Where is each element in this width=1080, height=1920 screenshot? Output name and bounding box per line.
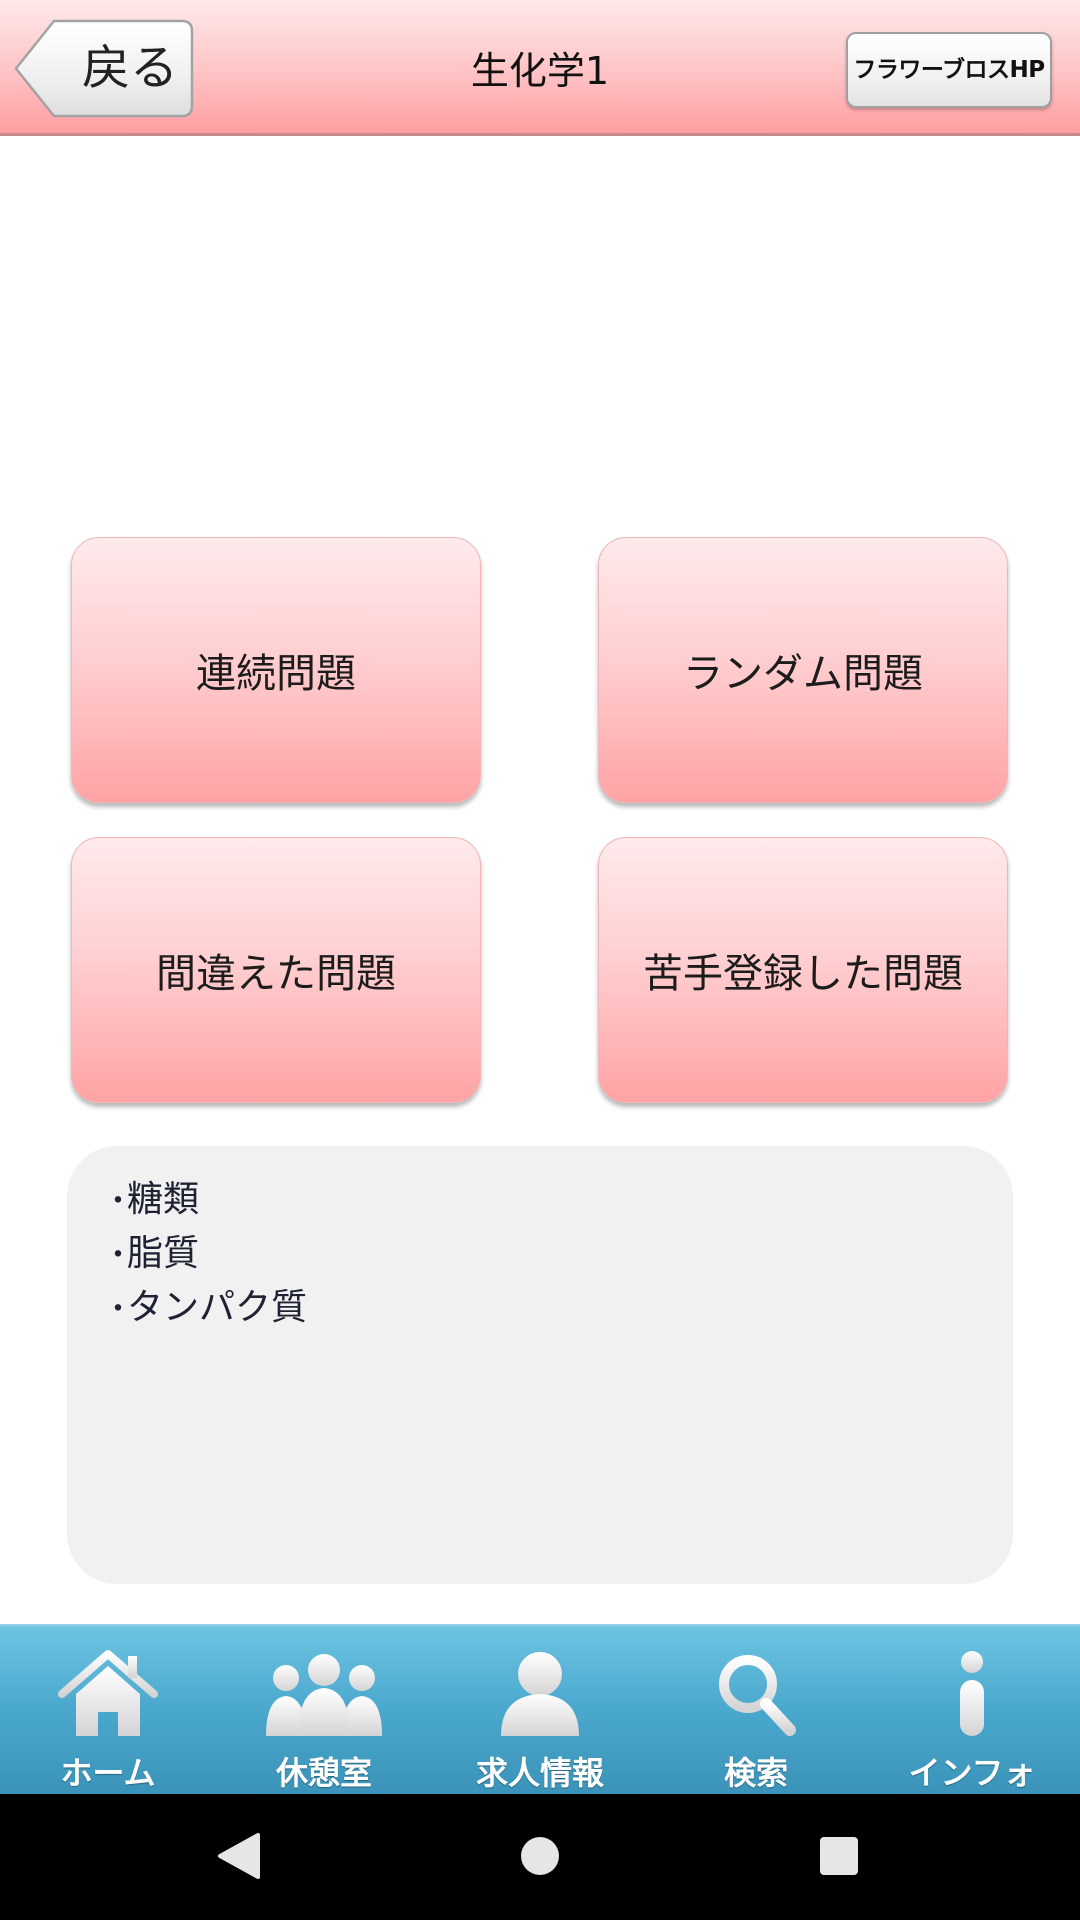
nav-home-icon[interactable]	[519, 1831, 561, 1881]
wrong-answers-button[interactable]: 間違えた問題	[71, 837, 481, 1103]
weak-questions-label: 苦手登録した問題	[643, 951, 963, 997]
topic-item: ・タンパク質	[103, 1282, 1013, 1336]
topic-item: ・糖類	[103, 1174, 1013, 1228]
back-button[interactable]: 戻る	[14, 19, 194, 118]
topic-item: ・脂質	[103, 1228, 1013, 1282]
tab-info[interactable]: インフォ	[864, 1626, 1080, 1794]
tab-jobs[interactable]: 求人情報	[432, 1626, 648, 1794]
weak-questions-button[interactable]: 苦手登録した問題	[598, 837, 1008, 1103]
topic-bullet: ・	[103, 1184, 133, 1219]
topic-bullet: ・	[103, 1238, 133, 1273]
app-header: 戻る 生化学1 フラワーブロスHP	[0, 0, 1080, 136]
topic-item-label: 脂質	[127, 1233, 200, 1274]
wrong-answers-label: 間違えた問題	[156, 951, 396, 997]
info-icon	[960, 1651, 984, 1736]
tab-jobs-label: 求人情報	[475, 1754, 604, 1792]
person-icon	[501, 1652, 579, 1736]
flower-broth-hp-button[interactable]: フラワーブロスHP	[846, 32, 1052, 108]
topic-item-label: タンパク質	[127, 1287, 308, 1328]
sequential-questions-label: 連続問題	[196, 651, 356, 697]
topic-bullet: ・	[103, 1292, 133, 1327]
system-nav-bar	[0, 1794, 1080, 1920]
bottom-tab-bar: ホーム 休憩室 求人情報 検索 インフォ	[0, 1624, 1080, 1794]
tab-home[interactable]: ホーム	[0, 1626, 216, 1794]
tab-lounge[interactable]: 休憩室	[216, 1626, 432, 1794]
nav-back-icon[interactable]	[216, 1831, 262, 1881]
home-icon	[58, 1650, 158, 1736]
people-icon	[266, 1654, 382, 1736]
topic-panel: ・糖類 ・脂質 ・タンパク質	[67, 1146, 1013, 1584]
topic-item-label: 糖類	[127, 1179, 200, 1220]
sequential-questions-button[interactable]: 連続問題	[71, 537, 481, 803]
tab-search-label: 検索	[723, 1754, 788, 1792]
back-button-label: 戻る	[81, 40, 178, 96]
page-title: 生化学1	[470, 49, 610, 93]
nav-recent-apps-icon[interactable]	[818, 1831, 860, 1881]
tab-lounge-label: 休憩室	[275, 1754, 372, 1792]
random-questions-label: ランダム問題	[683, 651, 923, 697]
search-icon	[719, 1655, 796, 1736]
tab-search[interactable]: 検索	[648, 1626, 864, 1794]
tab-home-label: ホーム	[60, 1754, 156, 1792]
random-questions-button[interactable]: ランダム問題	[598, 537, 1008, 803]
tab-info-label: インフォ	[908, 1754, 1036, 1792]
